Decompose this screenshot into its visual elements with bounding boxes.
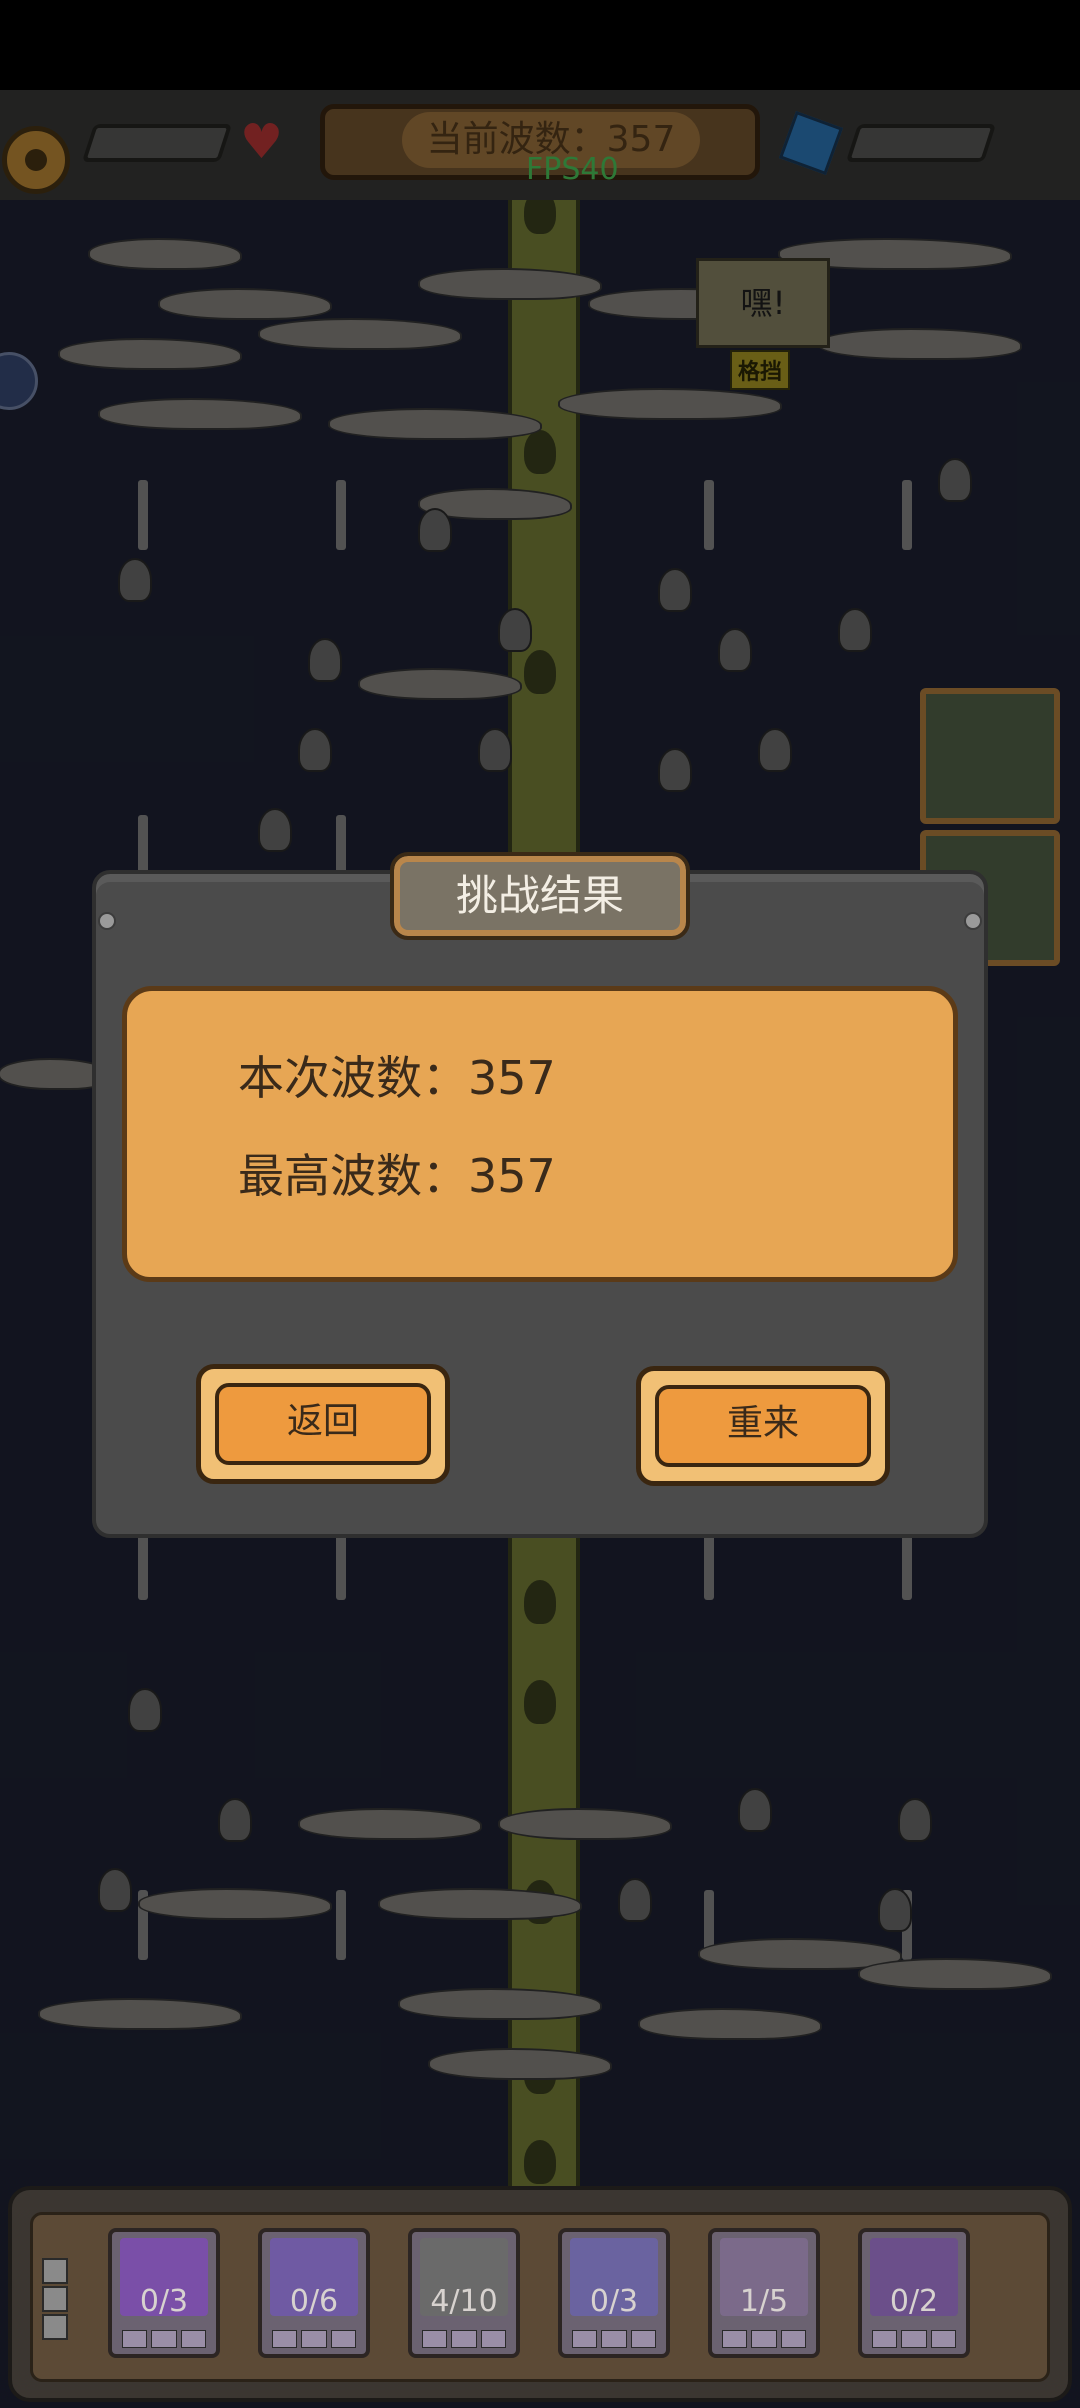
unit-skill-icons [722,2330,806,2348]
unit-skill-icons [572,2330,656,2348]
result-panel [122,986,958,1282]
rivet-decoration [98,912,116,930]
back-button-label: 返回 [215,1383,431,1465]
best-wave-text: 最高波数：357 [238,1149,556,1203]
unit-skill-icons [122,2330,206,2348]
unit-slot-3[interactable]: 4/10 [408,2228,520,2358]
rivet-decoration [964,912,982,930]
unit-skill-icons [422,2330,506,2348]
unit-slot-6[interactable]: 0/2 [858,2228,970,2358]
unit-slot-1[interactable]: 0/3 [108,2228,220,2358]
unit-skill-icons [872,2330,956,2348]
mini-toggle-icon[interactable] [42,2286,68,2312]
back-button[interactable]: 返回 [196,1364,450,1484]
current-wave-text: 本次波数：357 [238,1051,556,1105]
dialog-title: 挑战结果 [390,852,690,940]
unit-slot-5[interactable]: 1/5 [708,2228,820,2358]
unit-count: 4/10 [430,2284,498,2319]
mini-toggle-icon[interactable] [42,2314,68,2340]
unit-slot-2[interactable]: 0/6 [258,2228,370,2358]
unit-count: 0/3 [139,2284,189,2319]
unit-skill-icons [272,2330,356,2348]
unit-count: 0/2 [889,2284,939,2319]
mini-toggle-icon[interactable] [42,2258,68,2284]
unit-count: 0/6 [289,2284,339,2319]
retry-button[interactable]: 重来 [636,1366,890,1486]
unit-slot-4[interactable]: 0/3 [558,2228,670,2358]
retry-button-label: 重来 [655,1385,871,1467]
unit-count: 0/3 [589,2284,639,2319]
unit-count: 1/5 [739,2284,789,2319]
